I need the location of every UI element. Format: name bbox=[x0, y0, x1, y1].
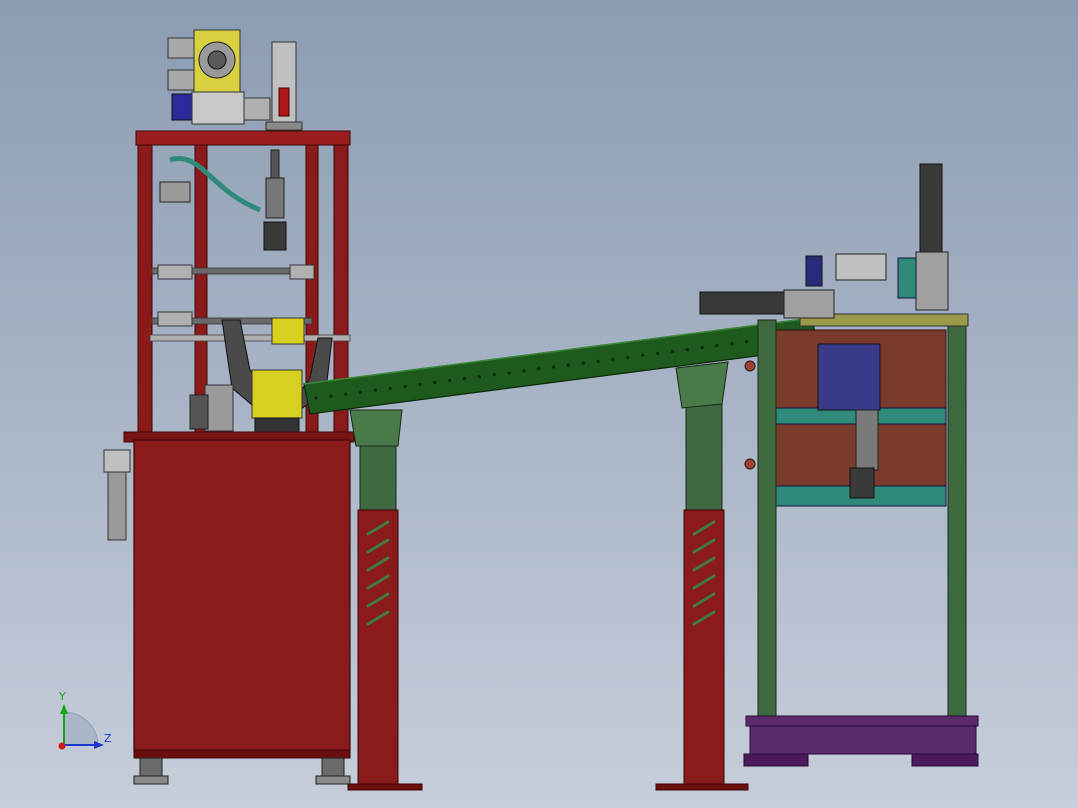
conveyor-hole bbox=[358, 390, 363, 394]
x-axis-dot bbox=[58, 742, 66, 750]
lift-gripper bbox=[849, 467, 875, 499]
conveyor-hole bbox=[537, 367, 541, 371]
guide-block bbox=[835, 253, 887, 281]
right-base-foot bbox=[911, 753, 979, 767]
tall-cylinder bbox=[919, 163, 943, 255]
horizontal-cylinder bbox=[699, 291, 791, 315]
side-knob bbox=[744, 360, 756, 372]
right-frame-post bbox=[947, 319, 967, 721]
nozzle bbox=[263, 221, 287, 251]
conveyor-leg-foot bbox=[347, 783, 423, 791]
cabinet-plinth bbox=[133, 749, 351, 759]
conveyor-hole bbox=[745, 340, 749, 344]
side-knob bbox=[744, 458, 756, 470]
conveyor-hole bbox=[462, 377, 467, 381]
conveyor-hole bbox=[611, 357, 615, 361]
conveyor-hole bbox=[314, 396, 318, 400]
cad-viewport[interactable]: Y Z bbox=[0, 0, 1078, 808]
right-base-foot bbox=[743, 753, 809, 767]
cabinet-foot-pad bbox=[133, 775, 169, 785]
conveyor-hole bbox=[448, 378, 452, 383]
conveyor-hole bbox=[685, 347, 689, 352]
conveyor-hole bbox=[626, 355, 630, 359]
conveyor-hole bbox=[403, 384, 407, 388]
cabinet-body bbox=[133, 439, 351, 753]
conveyor-leg-upper bbox=[685, 399, 723, 513]
conveyor-hole bbox=[492, 373, 496, 377]
filter-regulator bbox=[103, 449, 131, 473]
clamp-pad bbox=[271, 317, 305, 345]
conveyor-hole bbox=[730, 342, 734, 346]
clamp-block bbox=[251, 369, 303, 419]
cabinet-foot bbox=[321, 757, 345, 777]
guide-rail bbox=[805, 255, 823, 287]
left-top-plate bbox=[135, 130, 351, 146]
coordinate-triad: Y Z bbox=[58, 690, 112, 750]
conveyor-hole bbox=[641, 353, 645, 357]
spring-coil bbox=[265, 177, 285, 219]
cabinet-foot bbox=[139, 757, 163, 777]
conveyor-hole bbox=[373, 388, 377, 392]
conveyor-hole bbox=[418, 382, 422, 386]
conveyor-hole bbox=[433, 380, 437, 385]
cylinder-head bbox=[783, 289, 835, 319]
cylinder-indicator bbox=[278, 87, 290, 117]
conveyor-hole bbox=[507, 371, 511, 375]
right-frame-post bbox=[757, 319, 777, 721]
motor-housing bbox=[167, 69, 197, 91]
conveyor-hole bbox=[552, 365, 556, 369]
conveyor-hole bbox=[388, 386, 392, 390]
side-valve bbox=[157, 264, 193, 280]
triad-arc bbox=[63, 711, 99, 746]
right-base-frame bbox=[745, 715, 979, 727]
clamp-block-base bbox=[254, 417, 300, 433]
teal-bracket bbox=[897, 257, 917, 299]
gearbox-hub bbox=[207, 50, 227, 70]
actuator-body bbox=[191, 91, 245, 125]
conveyor-hole bbox=[581, 361, 585, 365]
conveyor-leg-foot bbox=[655, 783, 749, 791]
blue-motor bbox=[171, 93, 195, 121]
conveyor-hole bbox=[329, 394, 333, 398]
tall-cylinder-mount bbox=[915, 251, 949, 311]
y-axis-arrow bbox=[60, 704, 68, 714]
conveyor-leg-head bbox=[349, 409, 403, 447]
conveyor-hole bbox=[655, 351, 660, 355]
conveyor-hole bbox=[522, 369, 526, 373]
y-axis-label: Y bbox=[58, 690, 66, 703]
z-axis-label: Z bbox=[104, 732, 112, 745]
right-base-tray bbox=[749, 725, 977, 755]
lift-block bbox=[817, 343, 881, 411]
motor-housing bbox=[167, 37, 197, 59]
conveyor-hole bbox=[344, 392, 348, 396]
side-valve bbox=[157, 311, 193, 327]
conveyor-hole bbox=[715, 344, 719, 348]
lower-motor bbox=[204, 384, 234, 432]
side-valve bbox=[289, 264, 315, 280]
conveyor-hole bbox=[477, 375, 481, 379]
conveyor-hole bbox=[670, 349, 675, 354]
conveyor-leg-lower bbox=[357, 509, 399, 789]
conveyor-beam bbox=[303, 317, 819, 415]
conveyor-hole bbox=[700, 346, 704, 350]
cylinder-base bbox=[265, 121, 303, 131]
lift-rod bbox=[855, 409, 879, 471]
conveyor-hole bbox=[596, 359, 600, 363]
hose-fitting bbox=[159, 181, 191, 203]
conveyor-leg-head bbox=[675, 361, 729, 409]
filter-bowl bbox=[107, 471, 127, 541]
left-frame-post bbox=[137, 134, 153, 436]
actuator-cap bbox=[243, 97, 271, 121]
right-machine bbox=[699, 163, 979, 767]
cabinet-foot-pad bbox=[315, 775, 351, 785]
conveyor-leg-upper bbox=[359, 439, 397, 513]
conveyor-leg-lower bbox=[683, 509, 725, 789]
lower-gear bbox=[189, 394, 209, 430]
conveyor-hole bbox=[566, 363, 571, 367]
z-axis-arrow bbox=[94, 741, 104, 749]
conveyor bbox=[303, 317, 819, 791]
